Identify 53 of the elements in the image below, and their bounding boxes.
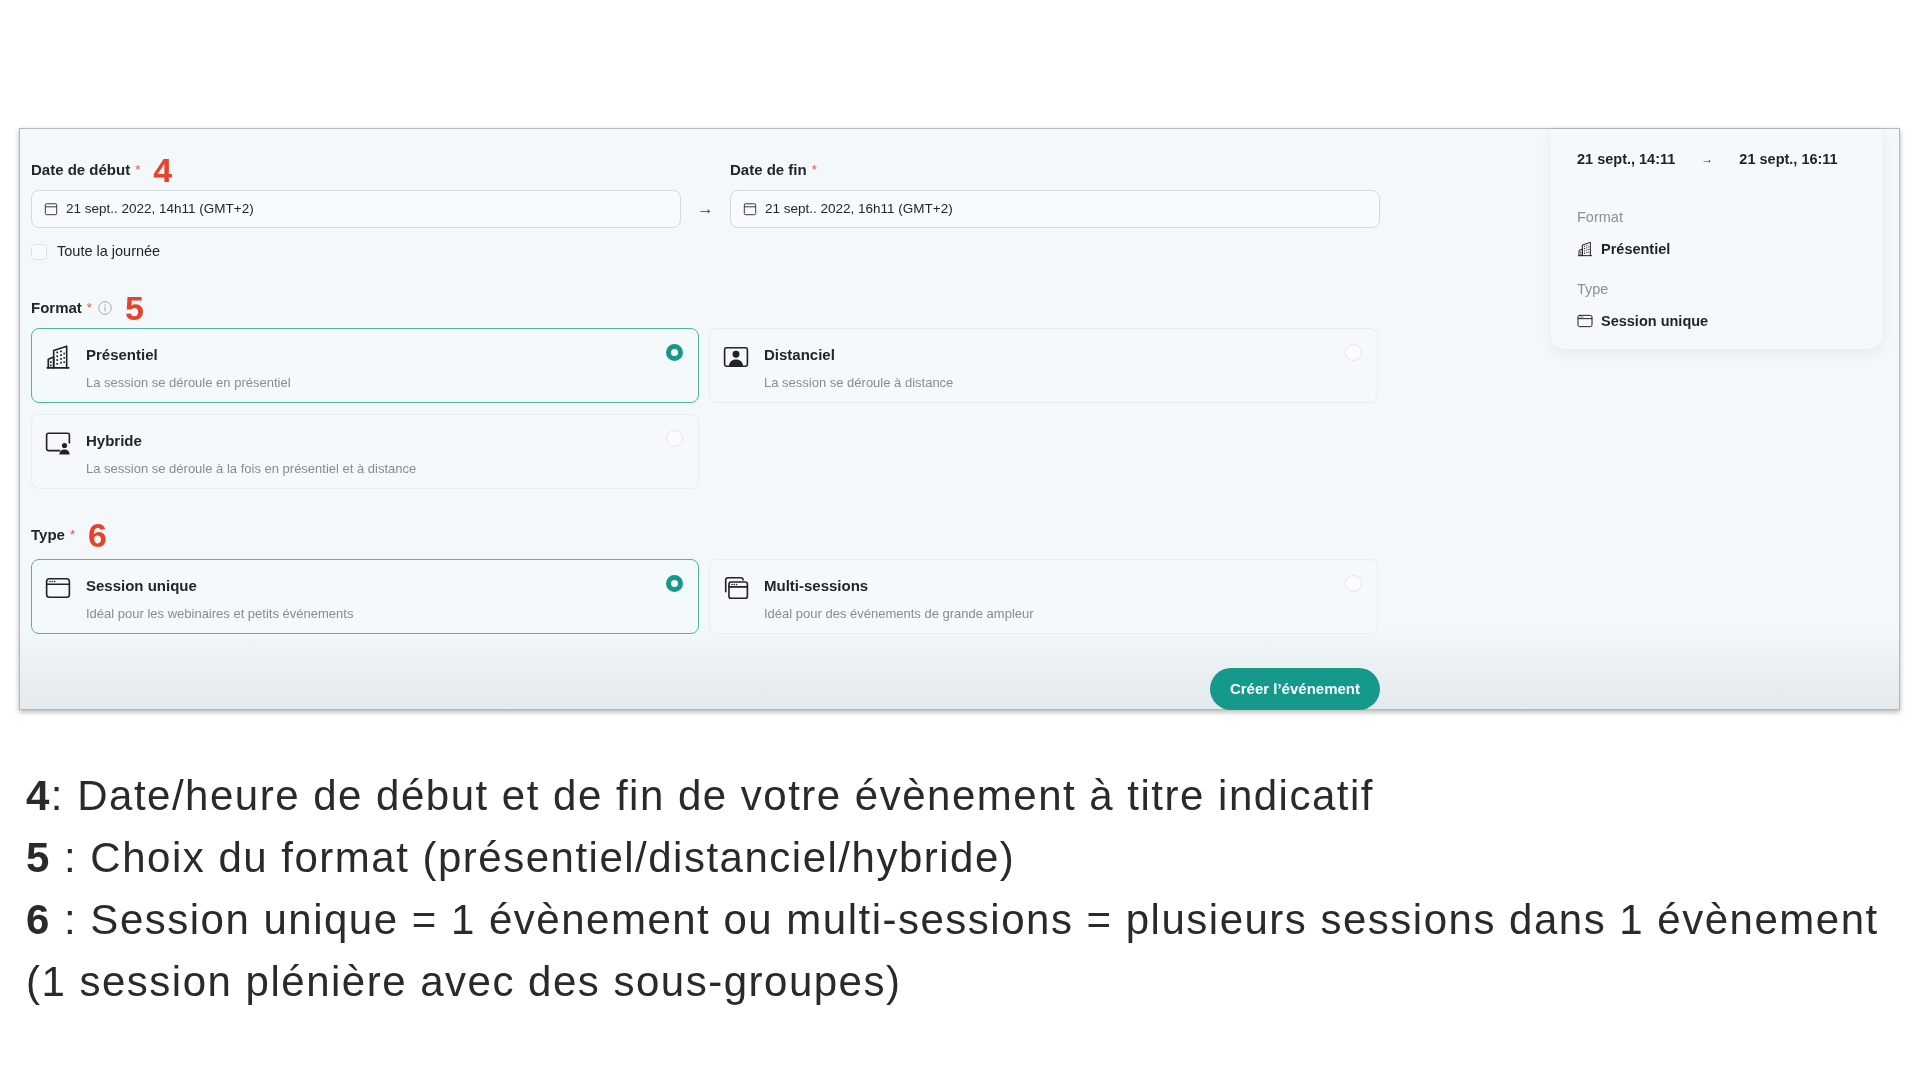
option-title: Hybride <box>86 431 142 451</box>
summary-label: Type <box>1577 280 1609 299</box>
person-frame-icon <box>723 344 749 370</box>
option-card[interactable]: Multi-sessions Idéal pour des événements de grande ampleur <box>709 559 1378 634</box>
range-arrow: → <box>1701 151 1714 168</box>
option-description: La session se déroule à distance <box>764 374 954 392</box>
radio-button[interactable] <box>666 344 683 361</box>
stacked-windows-icon <box>723 575 749 601</box>
caption-text: 5 : Choix du format (présentiel/distanciel/hybride) <box>26 833 1017 883</box>
calendar-icon <box>743 202 757 216</box>
checkbox-label: Toute la journée <box>57 242 161 262</box>
annotation-number: 4 <box>153 153 173 187</box>
option-description: Idéal pour des événements de grande ampleur <box>764 605 1034 623</box>
field-label: Date de début <box>31 159 131 180</box>
caption-text: 6 : Session unique = 1 évènement ou multi-sessions = plusieurs sessions dans 1 évènement (1 session plénière avec des sous-groupes) <box>26 895 1880 1007</box>
summary-label: Format <box>1577 208 1623 227</box>
window-icon <box>45 575 71 601</box>
option-description: La session se déroule en présentiel <box>86 374 291 392</box>
annotation-number: 6 <box>87 518 107 552</box>
required-mark: * <box>86 299 92 318</box>
required-mark: * <box>135 161 141 180</box>
building-icon <box>1577 241 1593 257</box>
option-description: Idéal pour les webinaires et petits événements <box>86 605 354 623</box>
screen-person-icon <box>45 430 71 456</box>
building-icon <box>45 344 71 370</box>
option-card[interactable]: Présentiel La session se déroule en présentiel <box>31 328 699 403</box>
field-label: Date de fin <box>730 159 807 180</box>
caption-text: 4: Date/heure de début et de fin de votre évènement à titre indicatif <box>26 771 1375 821</box>
option-title: Distanciel <box>764 345 835 365</box>
window-icon <box>1577 313 1593 329</box>
field-label: Type <box>31 524 65 545</box>
summary-value: Présentiel <box>1601 240 1671 259</box>
option-description: La session se déroule à la fois en présentiel et à distance <box>86 460 417 478</box>
required-mark: * <box>811 161 817 180</box>
option-title: Présentiel <box>86 345 158 365</box>
option-card[interactable]: Hybride La session se déroule à la fois en présentiel et à distance <box>31 414 699 489</box>
required-mark: * <box>69 526 75 545</box>
date-field[interactable]: 21 sept.. 2022, 16h11 (GMT+2) <box>730 190 1380 228</box>
option-title: Session unique <box>86 576 197 596</box>
calendar-icon <box>44 202 58 216</box>
summary-date: 21 sept., 14:11 <box>1577 150 1676 169</box>
option-card[interactable]: Session unique Idéal pour les webinaires et petits événements <box>31 559 699 634</box>
summary-date: 21 sept., 16:11 <box>1739 150 1838 169</box>
summary-value: Session unique <box>1601 312 1709 331</box>
option-title: Multi-sessions <box>764 576 869 596</box>
option-card[interactable]: Distanciel La session se déroule à distance <box>709 328 1378 403</box>
radio-button[interactable] <box>666 575 683 592</box>
date-field[interactable]: 21 sept.. 2022, 14h11 (GMT+2) <box>31 190 681 228</box>
annotation-number: 5 <box>124 291 144 325</box>
range-arrow: → <box>697 201 714 217</box>
create-event-button[interactable]: Créer l’événement <box>1209 668 1380 710</box>
field-label: Format <box>31 297 82 318</box>
all-day-checkbox[interactable] <box>31 244 47 260</box>
